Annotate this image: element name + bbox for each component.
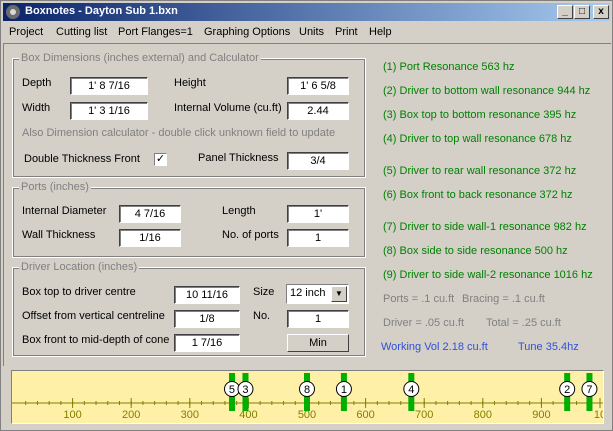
port-count-field[interactable]: 1 [287, 229, 349, 247]
length-field[interactable]: 1' [287, 205, 349, 223]
graph-tick-label: 600 [356, 409, 374, 421]
graph-marker-label: 5 [229, 384, 235, 396]
title-bar[interactable]: Boxnotes - Dayton Sub 1.bxn _ □ x [3, 3, 610, 21]
menu-cutting-list[interactable]: Cutting list [56, 26, 107, 38]
graph-tick-label: 200 [122, 409, 140, 421]
result-top-bottom: (3) Box top to bottom resonance 395 hz [383, 109, 577, 121]
driver-top-field[interactable]: 10 11/16 [174, 286, 240, 304]
driver-location-group: Driver Location (inches) Box top to driv… [12, 261, 366, 357]
result-driver-side-wall-1: (7) Driver to side wall-1 resonance 982 … [383, 221, 587, 233]
ports-title: Ports (inches) [19, 181, 91, 193]
menu-graphing-options[interactable]: Graphing Options [204, 26, 290, 38]
port-count-label: No. of ports [222, 229, 279, 241]
graph-tick-label: 700 [415, 409, 433, 421]
driver-front-field[interactable]: 1 7/16 [174, 334, 240, 352]
depth-label: Depth [22, 77, 52, 89]
depth-field[interactable]: 1' 8 7/16 [70, 77, 148, 95]
box-dimensions-group: Box Dimensions (inches external) and Cal… [12, 52, 366, 178]
menu-bar: Project Cutting list Port Flanges=1 Grap… [3, 23, 610, 42]
box-dimensions-title: Box Dimensions (inches external) and Cal… [19, 52, 261, 64]
height-field[interactable]: 1' 6 5/8 [287, 77, 349, 95]
menu-help[interactable]: Help [369, 26, 392, 38]
driver-count-label: No. [253, 310, 271, 322]
internal-diameter-field[interactable]: 4 7/16 [119, 205, 181, 223]
graph-marker-label: 8 [304, 384, 310, 396]
driver-location-title: Driver Location (inches) [19, 261, 140, 273]
min-button[interactable]: Min [287, 334, 349, 352]
driver-count-field[interactable]: 1 [287, 310, 349, 328]
resonance-graph: 100200300400500600700800900105381427 [11, 370, 604, 424]
wall-thickness-label: Wall Thickness [22, 229, 96, 241]
menu-print[interactable]: Print [335, 26, 358, 38]
driver-top-label: Box top to driver centre [22, 286, 136, 298]
graph-tick-label: 100 [63, 409, 81, 421]
result-front-back: (6) Box front to back resonance 372 hz [383, 189, 573, 201]
driver-front-label: Box front to mid-depth of cone [22, 334, 170, 346]
result-driver-side-wall-2: (9) Driver to side wall-2 resonance 1016… [383, 269, 593, 281]
driver-size-value: 12 inch [290, 287, 326, 299]
menu-units[interactable]: Units [299, 26, 324, 38]
graph-marker-label: 1 [341, 384, 347, 396]
panel-thickness-label: Panel Thickness [198, 152, 279, 164]
graph-marker-label: 4 [408, 384, 414, 396]
width-label: Width [22, 102, 51, 114]
graph-tick-label: 800 [474, 409, 492, 421]
result-driver-rear-wall: (5) Driver to rear wall resonance 372 hz [383, 165, 577, 177]
close-button[interactable]: x [593, 5, 609, 19]
resonance-graph-svg: 100200300400500600700800900105381427 [12, 373, 603, 421]
wall-thickness-field[interactable]: 1/16 [119, 229, 181, 247]
result-driver-top-wall: (4) Driver to top wall resonance 678 hz [383, 133, 572, 145]
length-label: Length [222, 205, 256, 217]
internal-diameter-label: Internal Diameter [22, 205, 107, 217]
volume-field[interactable]: 2.44 [287, 102, 349, 120]
calculator-note: Also Dimension calculator - double click… [22, 127, 336, 139]
app-icon [6, 5, 20, 19]
ports-volume: Ports = .1 cu.ft [383, 293, 455, 305]
working-volume: Working Vol 2.18 cu.ft [381, 341, 488, 353]
driver-size-select[interactable]: 12 inch ▼ [286, 284, 349, 304]
bracing-volume: Bracing = .1 cu.ft [462, 293, 545, 305]
graph-tick-label: 900 [532, 409, 550, 421]
driver-offset-label: Offset from vertical centreline [22, 310, 165, 322]
graph-tick-label: 10 [594, 409, 603, 421]
volume-label: Internal Volume (cu.ft) [174, 102, 282, 114]
graph-marker-label: 2 [564, 384, 570, 396]
double-thickness-label: Double Thickness Front [24, 153, 140, 165]
ports-group: Ports (inches) Internal Diameter 4 7/16 … [12, 181, 366, 258]
app-window: Boxnotes - Dayton Sub 1.bxn _ □ x Projec… [0, 0, 613, 431]
main-panel: Box Dimensions (inches external) and Cal… [3, 43, 611, 366]
window-title: Boxnotes - Dayton Sub 1.bxn [25, 5, 178, 17]
result-driver-bottom-wall: (2) Driver to bottom wall resonance 944 … [383, 85, 591, 97]
chevron-down-icon[interactable]: ▼ [331, 286, 347, 302]
double-thickness-checkbox[interactable]: ✓ [154, 153, 167, 166]
graph-tick-label: 300 [181, 409, 199, 421]
result-port-resonance: (1) Port Resonance 563 hz [383, 61, 515, 73]
maximize-button[interactable]: □ [574, 5, 590, 19]
minimize-button[interactable]: _ [557, 5, 573, 19]
panel-thickness-field[interactable]: 3/4 [287, 152, 349, 170]
graph-marker-label: 7 [586, 384, 592, 396]
graph-marker-label: 3 [242, 384, 248, 396]
total-volume: Total = .25 cu.ft [486, 317, 561, 329]
tune-frequency: Tune 35.4hz [518, 341, 579, 353]
menu-project[interactable]: Project [9, 26, 43, 38]
height-label: Height [174, 77, 206, 89]
driver-size-label: Size [253, 286, 275, 298]
driver-volume: Driver = .05 cu.ft [383, 317, 465, 329]
width-field[interactable]: 1' 3 1/16 [70, 102, 148, 120]
menu-port-flanges[interactable]: Port Flanges=1 [118, 26, 193, 38]
driver-offset-field[interactable]: 1/8 [174, 310, 240, 328]
result-side-to-side: (8) Box side to side resonance 500 hz [383, 245, 568, 257]
